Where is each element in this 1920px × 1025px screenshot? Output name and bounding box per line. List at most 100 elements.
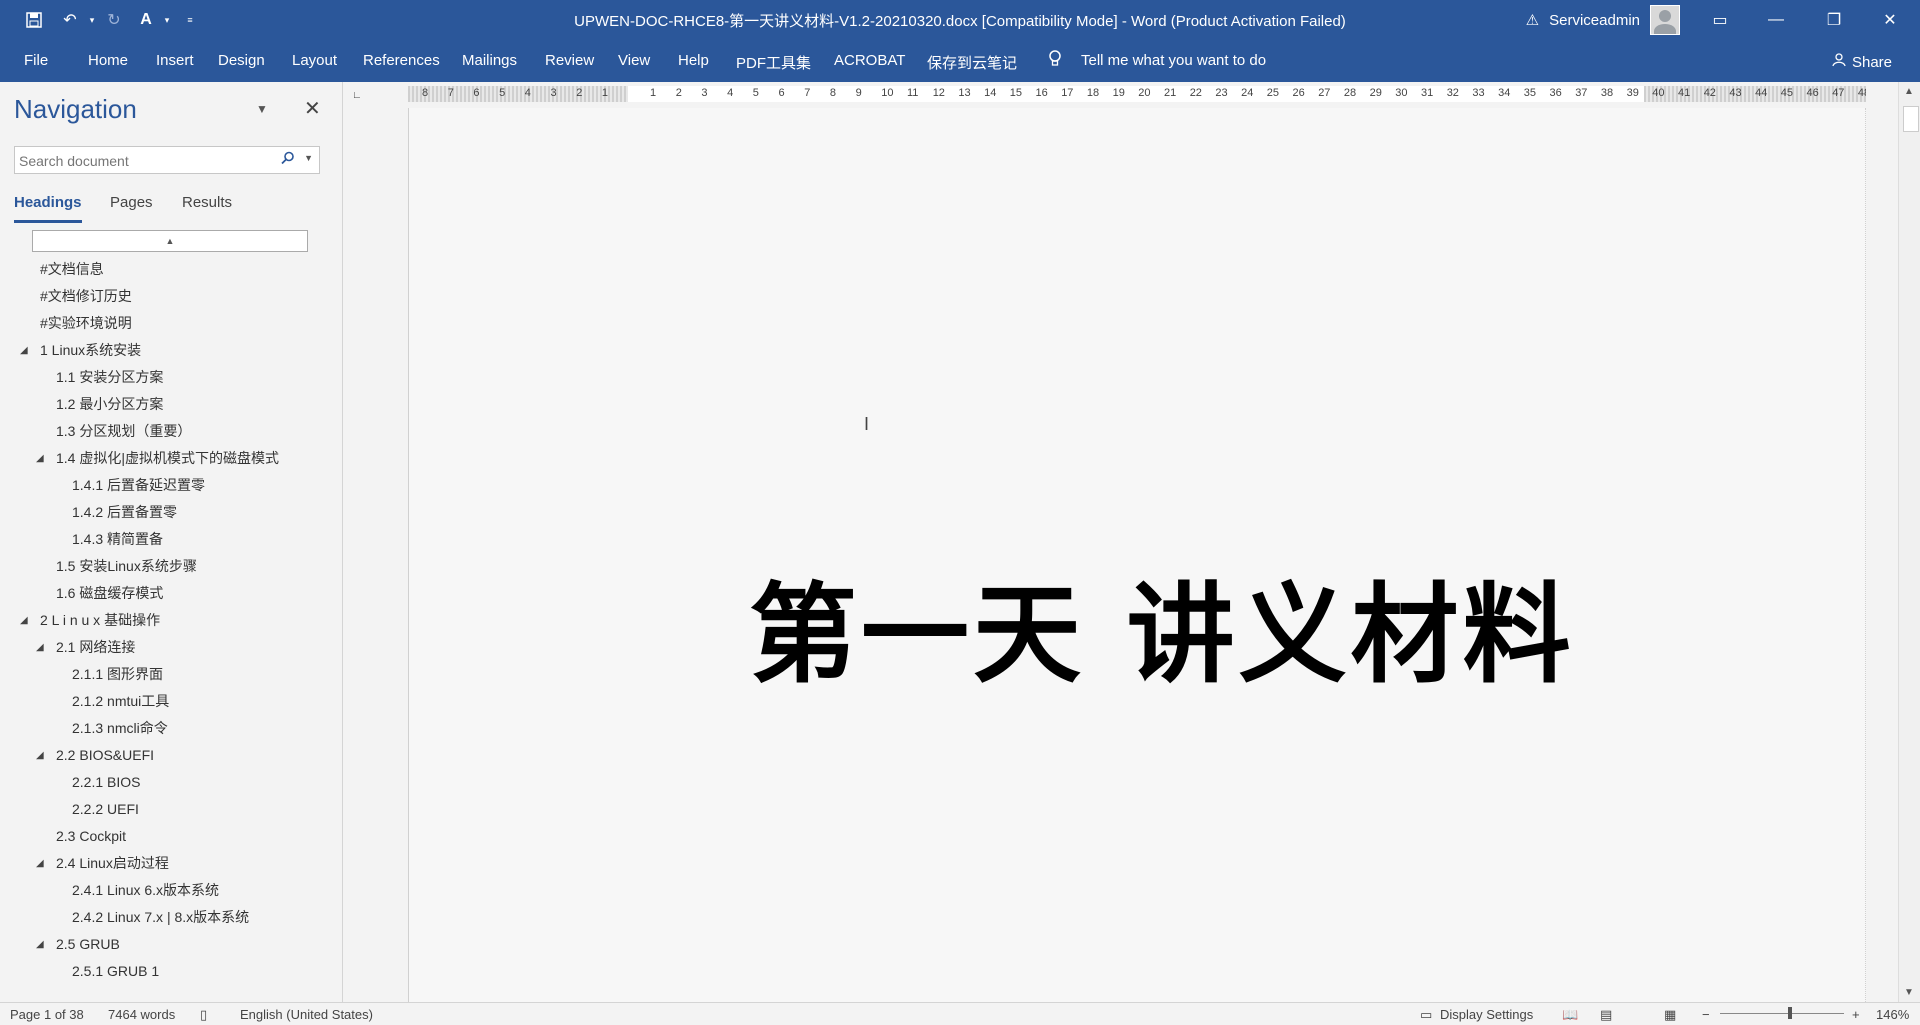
page-count[interactable]: Page 1 of 38 <box>10 1007 84 1022</box>
ruler-number: 2 <box>675 87 682 99</box>
heading-item[interactable]: 2.5.1 GRUB 1 <box>0 958 340 985</box>
web-layout-icon[interactable]: ▦ <box>1664 1007 1676 1023</box>
tab-layout[interactable]: Layout <box>292 52 337 69</box>
search-icon[interactable] <box>281 151 295 169</box>
expand-triangle-icon[interactable]: ◢ <box>20 607 28 634</box>
ruler-number: 7 <box>804 87 811 99</box>
heading-item[interactable]: ◢ 2.1 网络连接 <box>0 634 340 661</box>
heading-item[interactable]: #文档信息 <box>0 256 340 283</box>
restore-button[interactable]: ❐ <box>1806 0 1862 40</box>
language[interactable]: English (United States) <box>240 1007 373 1022</box>
heading-label: 2.4.2 Linux 7.x | 8.x版本系统 <box>72 909 250 925</box>
heading-item[interactable]: 2.1.1 图形界面 <box>0 661 340 688</box>
avatar[interactable] <box>1650 5 1680 35</box>
document-heading[interactable]: 第一天 讲义材料 <box>749 548 1571 704</box>
zoom-level[interactable]: 146% <box>1876 1007 1909 1022</box>
heading-label: 2.1.3 nmcli命令 <box>72 720 168 736</box>
tab-references[interactable]: References <box>363 52 440 69</box>
search-options-dropdown-icon[interactable]: ▼ <box>304 153 313 163</box>
ruler-number: 48 <box>1857 87 1866 99</box>
heading-item[interactable]: 1.6 磁盘缓存模式 <box>0 580 340 607</box>
tab-help[interactable]: Help <box>678 52 709 69</box>
heading-item[interactable]: #实验环境说明 <box>0 310 340 337</box>
heading-label: 1.3 分区规划（重要） <box>56 423 192 439</box>
tab-acrobat[interactable]: ACROBAT <box>834 52 905 69</box>
tab-pdf-tools[interactable]: PDF工具集 <box>736 52 811 73</box>
horizontal-ruler[interactable]: 8 7 6 5 4 3 2 1 1 2 3 4 5 6 7 8 9 10 11 12 13 14 15 16 17 18 19 20 2… <box>408 86 1866 102</box>
heading-item[interactable]: ◢ 1.4 虚拟化|虚拟机模式下的磁盘模式 <box>0 445 340 472</box>
heading-item[interactable]: ◢ 1 Linux系统安装 <box>0 337 340 364</box>
heading-item[interactable]: ◢ 2 L i n u x 基础操作 <box>0 607 340 634</box>
expand-triangle-icon[interactable]: ◢ <box>36 634 44 661</box>
heading-item[interactable]: 1.2 最小分区方案 <box>0 391 340 418</box>
ruler-number: 27 <box>1318 87 1331 99</box>
tab-home[interactable]: Home <box>88 52 128 69</box>
tab-mailings[interactable]: Mailings <box>462 52 517 69</box>
close-icon[interactable]: ✕ <box>304 96 321 121</box>
heading-item[interactable]: ◢ 2.4 Linux启动过程 <box>0 850 340 877</box>
status-bar: Page 1 of 38 7464 words ▯ English (Unite… <box>0 1002 1920 1025</box>
collapse-all-bar[interactable]: ▲ <box>32 230 308 252</box>
zoom-slider[interactable] <box>1720 1013 1844 1014</box>
expand-triangle-icon[interactable]: ◢ <box>20 337 28 364</box>
tab-results[interactable]: Results <box>182 194 232 211</box>
lightbulb-icon[interactable] <box>1048 50 1062 73</box>
heading-item[interactable]: 1.3 分区规划（重要） <box>0 418 340 445</box>
expand-triangle-icon[interactable]: ◢ <box>36 445 44 472</box>
ruler-number: 1 <box>601 87 609 99</box>
tab-headings[interactable]: Headings <box>14 194 82 223</box>
tell-me-search[interactable]: Tell me what you want to do <box>1081 52 1266 69</box>
heading-item[interactable]: ◢ 2.2 BIOS&UEFI <box>0 742 340 769</box>
ruler-number: 19 <box>1112 87 1125 99</box>
scroll-up-icon[interactable]: ▲ <box>1904 86 1914 97</box>
read-mode-icon[interactable]: 📖 <box>1562 1007 1578 1023</box>
heading-item[interactable]: 2.1.2 nmtui工具 <box>0 688 340 715</box>
tab-insert[interactable]: Insert <box>156 52 194 69</box>
display-settings-icon[interactable]: ▭ <box>1420 1007 1432 1023</box>
heading-item[interactable]: #文档修订历史 <box>0 283 340 310</box>
word-count[interactable]: 7464 words <box>108 1007 175 1022</box>
tab-save-to-cloud-notes[interactable]: 保存到云笔记 <box>927 52 1017 73</box>
proofing-icon[interactable]: ▯ <box>200 1007 207 1023</box>
heading-item[interactable]: 2.4.2 Linux 7.x | 8.x版本系统 <box>0 904 340 931</box>
heading-item[interactable]: 2.3 Cockpit <box>0 823 340 850</box>
heading-item[interactable]: 2.1.3 nmcli命令 <box>0 715 340 742</box>
minimize-button[interactable]: — <box>1748 0 1804 40</box>
tab-selector-icon[interactable]: ∟ <box>352 90 362 101</box>
chevron-down-icon[interactable]: ▼ <box>256 102 268 116</box>
scroll-thumb[interactable] <box>1903 106 1919 132</box>
tab-pages[interactable]: Pages <box>110 194 153 211</box>
document-page[interactable]: I 第一天 讲义材料 <box>408 108 1866 1002</box>
ribbon-display-options-icon[interactable]: ▭ <box>1692 0 1748 40</box>
ruler-number: 21 <box>1164 87 1177 99</box>
heading-item[interactable]: 1.4.1 后置备延迟置零 <box>0 472 340 499</box>
heading-item[interactable]: 1.5 安装Linux系统步骤 <box>0 553 340 580</box>
heading-item[interactable]: 1.1 安装分区方案 <box>0 364 340 391</box>
tab-design[interactable]: Design <box>218 52 265 69</box>
scroll-down-icon[interactable]: ▼ <box>1904 987 1914 998</box>
expand-triangle-icon[interactable]: ◢ <box>36 850 44 877</box>
expand-triangle-icon[interactable]: ◢ <box>36 931 44 958</box>
ruler-number: 18 <box>1086 87 1100 99</box>
heading-item[interactable]: 1.4.2 后置备置零 <box>0 499 340 526</box>
vertical-scrollbar[interactable]: ▲ ▼ <box>1898 82 1920 1002</box>
print-layout-icon[interactable]: ▤ <box>1600 1007 1612 1023</box>
zoom-out-icon[interactable]: − <box>1702 1007 1710 1022</box>
zoom-in-icon[interactable]: + <box>1852 1007 1860 1022</box>
share-button[interactable]: Share <box>1832 53 1892 71</box>
tab-file[interactable]: File <box>24 52 48 69</box>
heading-item[interactable]: ◢ 2.5 GRUB <box>0 931 340 958</box>
heading-item[interactable]: 2.2.1 BIOS <box>0 769 340 796</box>
heading-item[interactable]: 1.4.3 精简置备 <box>0 526 340 553</box>
tab-review[interactable]: Review <box>545 52 594 69</box>
user-area[interactable]: ⚠ Serviceadmin <box>1526 5 1680 35</box>
display-settings[interactable]: Display Settings <box>1440 1007 1533 1022</box>
heading-item[interactable]: 2.2.2 UEFI <box>0 796 340 823</box>
close-window-button[interactable]: ✕ <box>1862 0 1918 40</box>
zoom-slider-thumb[interactable] <box>1788 1007 1792 1019</box>
tab-view[interactable]: View <box>618 52 650 69</box>
heading-label: 2.4.1 Linux 6.x版本系统 <box>72 882 220 898</box>
search-input[interactable] <box>17 150 281 172</box>
heading-item[interactable]: 2.4.1 Linux 6.x版本系统 <box>0 877 340 904</box>
expand-triangle-icon[interactable]: ◢ <box>36 742 44 769</box>
